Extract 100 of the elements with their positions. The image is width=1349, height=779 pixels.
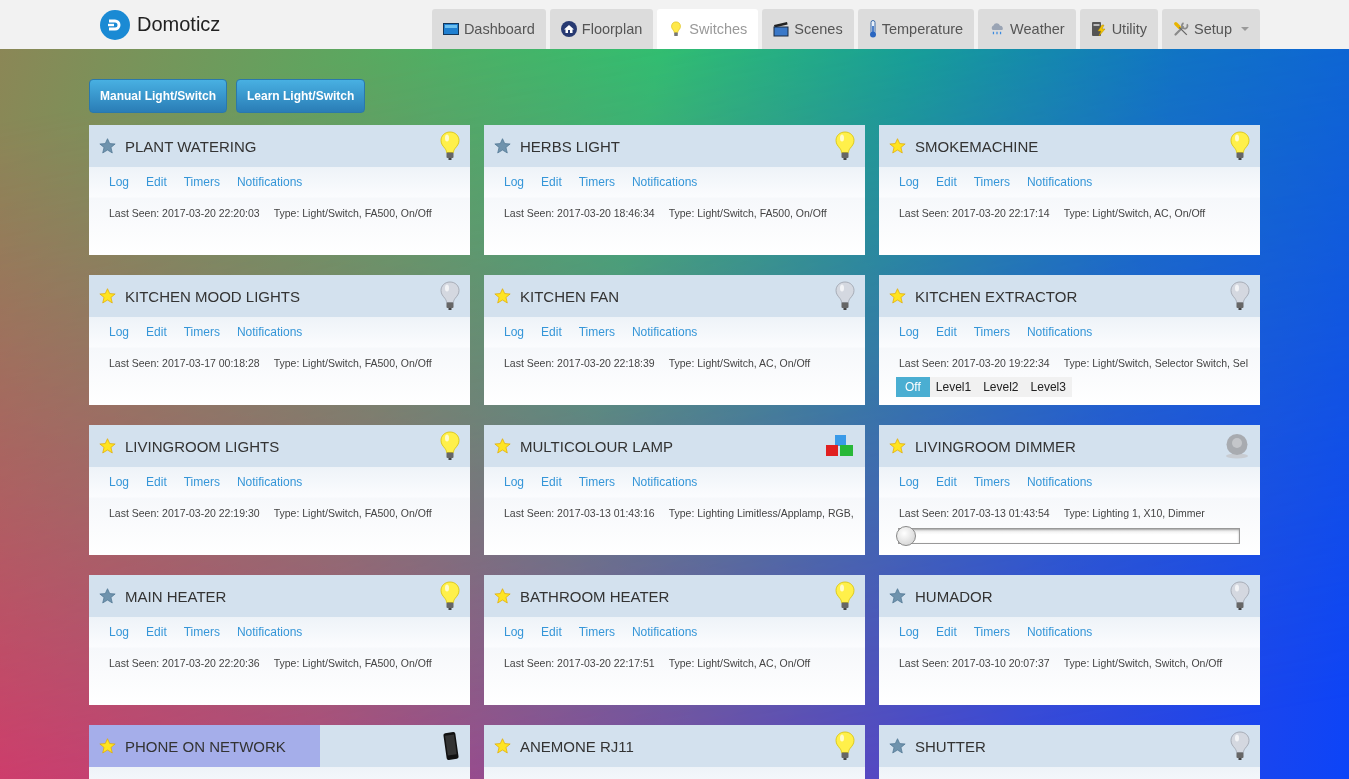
card-link[interactable]: Notifications: [1026, 475, 1093, 489]
card-link[interactable]: Timers: [578, 475, 615, 489]
nav-tab[interactable]: Dashboard: [431, 9, 546, 49]
card-link[interactable]: Edit: [936, 175, 957, 189]
card-link[interactable]: Log: [899, 325, 920, 339]
level-option[interactable]: Level2: [977, 377, 1025, 397]
bulb-icon[interactable]: [1230, 581, 1250, 611]
card-link[interactable]: Log: [899, 175, 920, 189]
bulb-icon[interactable]: [440, 281, 460, 311]
card-link[interactable]: Timers: [578, 325, 615, 339]
bulb-icon[interactable]: [1230, 281, 1250, 311]
action-button[interactable]: Learn Light/Switch: [236, 79, 366, 113]
star-icon[interactable]: [494, 738, 511, 754]
card-link[interactable]: Log: [899, 475, 920, 489]
device-name: KITCHEN FAN: [520, 287, 620, 305]
card-link[interactable]: Log: [504, 175, 525, 189]
bulb-icon[interactable]: [835, 281, 855, 311]
dimmer-knob-icon[interactable]: [1224, 433, 1250, 459]
card-link[interactable]: Timers: [578, 175, 615, 189]
card-link[interactable]: Notifications: [631, 625, 698, 639]
card-link[interactable]: Notifications: [631, 325, 698, 339]
device-name: MAIN HEATER: [125, 587, 227, 605]
bulb-icon[interactable]: [835, 131, 855, 161]
card-link[interactable]: Timers: [183, 625, 220, 639]
card-link[interactable]: Edit: [541, 325, 562, 339]
nav-tab[interactable]: Switches: [657, 9, 759, 49]
last-seen-text: Last Seen: 2017-03-13 01:43:54: [899, 507, 1050, 519]
dimmer-slider[interactable]: [896, 526, 1240, 546]
bulb-icon[interactable]: [440, 131, 460, 161]
bulb-icon[interactable]: [440, 581, 460, 611]
card-link[interactable]: Edit: [936, 625, 957, 639]
card-link[interactable]: Timers: [578, 625, 615, 639]
card-link[interactable]: Notifications: [1026, 625, 1093, 639]
card-link[interactable]: Edit: [146, 475, 167, 489]
bulb-icon[interactable]: [440, 431, 460, 461]
nav-tab[interactable]: Scenes: [762, 9, 854, 49]
card-link[interactable]: Edit: [146, 175, 167, 189]
star-icon[interactable]: [494, 438, 511, 454]
bulb-icon[interactable]: [835, 581, 855, 611]
card-link[interactable]: Edit: [541, 175, 562, 189]
star-icon[interactable]: [889, 288, 906, 304]
action-button[interactable]: Manual Light/Switch: [89, 79, 227, 113]
card-link[interactable]: Timers: [973, 325, 1010, 339]
nav-tab[interactable]: Utility: [1079, 9, 1159, 49]
bulb-icon[interactable]: [835, 731, 855, 761]
last-seen-text: Last Seen: 2017-03-20 22:20:03: [109, 207, 260, 219]
last-seen-text: Last Seen: 2017-03-20 22:20:36: [109, 657, 260, 669]
nav-tab[interactable]: Floorplan: [549, 9, 654, 49]
nav-tab[interactable]: Setup: [1162, 9, 1260, 49]
card-link[interactable]: Edit: [541, 625, 562, 639]
card-link[interactable]: Timers: [973, 475, 1010, 489]
card-link[interactable]: Timers: [183, 325, 220, 339]
star-icon[interactable]: [889, 138, 906, 154]
card-link[interactable]: Edit: [936, 475, 957, 489]
star-icon[interactable]: [889, 588, 906, 604]
device-type-text: Type: Light/Switch, AC, On/Off: [668, 657, 811, 669]
card-link[interactable]: Timers: [973, 625, 1010, 639]
card-link[interactable]: Log: [109, 325, 130, 339]
level-option[interactable]: Level3: [1024, 377, 1072, 397]
card-link[interactable]: Timers: [973, 175, 1010, 189]
card-link[interactable]: Notifications: [631, 475, 698, 489]
card-link[interactable]: Notifications: [1026, 175, 1093, 189]
color-cubes-icon[interactable]: [825, 434, 855, 458]
card-link[interactable]: Log: [109, 625, 130, 639]
card-link[interactable]: Timers: [183, 475, 220, 489]
card-link[interactable]: Notifications: [631, 175, 698, 189]
slider-thumb[interactable]: [896, 526, 916, 546]
card-link[interactable]: Log: [504, 325, 525, 339]
phone-icon[interactable]: [442, 731, 460, 761]
star-icon[interactable]: [494, 588, 511, 604]
star-icon[interactable]: [99, 288, 116, 304]
nav-tab[interactable]: Temperature: [857, 9, 975, 49]
star-icon[interactable]: [99, 738, 116, 754]
card-link[interactable]: Timers: [183, 175, 220, 189]
star-icon[interactable]: [889, 738, 906, 754]
bulb-icon[interactable]: [1230, 731, 1250, 761]
card-link[interactable]: Notifications: [236, 475, 303, 489]
card-link[interactable]: Edit: [541, 475, 562, 489]
card-link[interactable]: Log: [504, 475, 525, 489]
star-icon[interactable]: [494, 288, 511, 304]
card-link[interactable]: Notifications: [1026, 325, 1093, 339]
card-link[interactable]: Edit: [146, 625, 167, 639]
level-option[interactable]: Level1: [929, 377, 978, 397]
card-link[interactable]: Notifications: [236, 625, 303, 639]
card-link[interactable]: Log: [109, 175, 130, 189]
card-link[interactable]: Edit: [146, 325, 167, 339]
star-icon[interactable]: [99, 588, 116, 604]
star-icon[interactable]: [889, 438, 906, 454]
card-link[interactable]: Notifications: [236, 325, 303, 339]
star-icon[interactable]: [494, 138, 511, 154]
card-link[interactable]: Edit: [936, 325, 957, 339]
card-link[interactable]: Log: [504, 625, 525, 639]
card-link[interactable]: Notifications: [236, 175, 303, 189]
bulb-icon[interactable]: [1230, 131, 1250, 161]
nav-tab[interactable]: Weather: [978, 9, 1076, 49]
star-icon[interactable]: [99, 438, 116, 454]
level-option[interactable]: Off: [896, 377, 930, 397]
card-link[interactable]: Log: [109, 475, 130, 489]
star-icon[interactable]: [99, 138, 116, 154]
card-link[interactable]: Log: [899, 625, 920, 639]
